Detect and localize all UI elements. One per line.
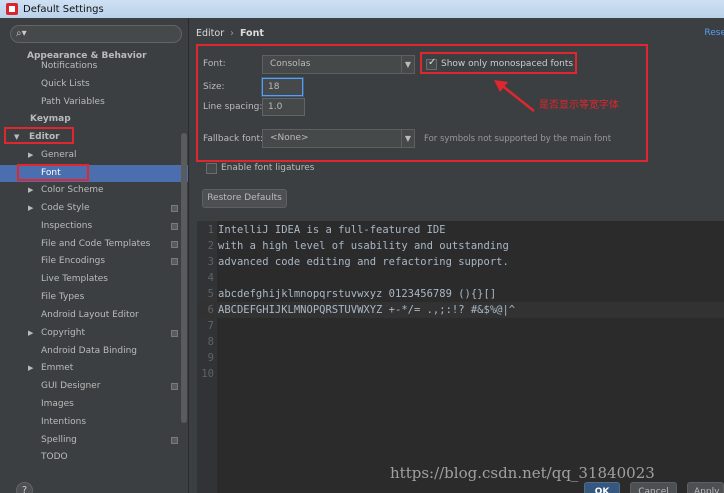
settings-sidebar: ⌕▾ Appearance & Behavior Notifications Q… (0, 18, 189, 493)
sidebar-scrollbar[interactable] (181, 133, 187, 423)
preview-line: 2 with a high level of usability and outs… (207, 240, 509, 252)
breadcrumb-editor: Editor (196, 28, 225, 39)
reset-link[interactable]: Rese (704, 28, 724, 38)
window-title: Default Settings (23, 3, 104, 15)
ligatures-label[interactable]: Enable font ligatures (221, 163, 314, 173)
tree-item-keymap[interactable]: Keymap (0, 111, 188, 128)
cancel-button[interactable]: Cancel (630, 482, 677, 493)
collapsed-arrow-icon[interactable]: ▶ (28, 360, 33, 377)
ok-button[interactable]: OK (584, 482, 620, 493)
annotation-arrow-icon (494, 80, 535, 112)
tree-item-emmet[interactable]: ▶ Emmet (0, 360, 188, 377)
tree-item-file-code-templates[interactable]: File and Code Templates (0, 236, 188, 253)
font-settings-panel: Editor›Font Rese Font: Consolas ▼ Show o… (190, 18, 724, 493)
annotation-box-monospaced (420, 52, 577, 74)
ligatures-checkbox[interactable] (206, 163, 217, 174)
tree-item-inspections[interactable]: Inspections (0, 218, 188, 235)
preview-line: 1 IntelliJ IDEA is a full-featured IDE (207, 224, 446, 236)
collapsed-arrow-icon[interactable]: ▶ (28, 325, 33, 342)
annotation-box-editor (4, 127, 74, 144)
font-preview-editor[interactable]: 1 IntelliJ IDEA is a full-featured IDE 2w… (197, 221, 724, 493)
breadcrumb-separator: › (230, 28, 234, 39)
tree-item-file-encodings[interactable]: File Encodings (0, 253, 188, 270)
collapsed-arrow-icon[interactable]: ▶ (28, 147, 33, 164)
tree-item-general[interactable]: ▶ General (0, 147, 188, 164)
tree-item-copyright[interactable]: ▶ Copyright (0, 325, 188, 342)
tree-item-color-scheme[interactable]: ▶ Color Scheme (0, 182, 188, 199)
preview-line: 9 (207, 352, 214, 364)
apply-button[interactable]: Apply (687, 482, 724, 493)
help-button[interactable]: ? (16, 482, 33, 493)
breadcrumb: Editor › Font (196, 28, 264, 39)
project-scope-icon (171, 383, 178, 390)
tree-item-code-style[interactable]: ▶ Code Style (0, 200, 188, 217)
title-bar: Default Settings (0, 0, 724, 18)
preview-line: 4 (207, 272, 214, 284)
project-scope-icon (171, 258, 178, 265)
collapsed-arrow-icon[interactable]: ▶ (28, 182, 33, 199)
tree-item-android-data-binding[interactable]: Android Data Binding (0, 343, 188, 360)
preview-line-current: 6 ABCDEFGHIJKLMNOPQRSTUVWXYZ +-*/= .,;:!?… (197, 302, 724, 318)
tree-item-gui-designer[interactable]: GUI Designer (0, 378, 188, 395)
tree-item-file-types[interactable]: File Types (0, 289, 188, 306)
preview-line: 10 (201, 368, 214, 380)
annotation-text: 是否显示等宽字体 (539, 100, 619, 111)
tree-item-android-layout-editor[interactable]: Android Layout Editor (0, 307, 188, 324)
tree-item-live-templates[interactable]: Live Templates (0, 271, 188, 288)
project-scope-icon (171, 223, 178, 230)
tree-item-spelling[interactable]: Spelling (0, 432, 188, 449)
preview-line: 8 (207, 336, 214, 348)
app-icon (6, 3, 18, 15)
tree-item-todo[interactable]: TODO (0, 449, 188, 466)
search-input[interactable]: ⌕▾ (10, 25, 182, 43)
search-icon: ⌕▾ (16, 28, 27, 39)
project-scope-icon (171, 330, 178, 337)
collapsed-arrow-icon[interactable]: ▶ (28, 200, 33, 217)
tree-item-images[interactable]: Images (0, 396, 188, 413)
watermark-text: https://blog.csdn.net/qq_31840023 (390, 464, 655, 482)
breadcrumb-font: Font (239, 28, 264, 39)
preview-line: 7 (207, 320, 214, 332)
annotation-box-font (17, 164, 89, 181)
tree-item-intentions[interactable]: Intentions (0, 414, 188, 431)
project-scope-icon (171, 437, 178, 444)
preview-line: 5 abcdefghijklmnopqrstuvwxyz 0123456789 (… (207, 288, 497, 300)
restore-defaults-button[interactable]: Restore Defaults (202, 189, 287, 208)
tree-item-quick-lists[interactable]: Quick Lists (0, 76, 188, 93)
tree-item-path-variables[interactable]: Path Variables (0, 94, 188, 111)
project-scope-icon (171, 241, 178, 248)
tree-item-notifications[interactable]: Notifications (0, 58, 188, 75)
preview-line: 3 advanced code editing and refactoring s… (207, 256, 509, 268)
project-scope-icon (171, 205, 178, 212)
